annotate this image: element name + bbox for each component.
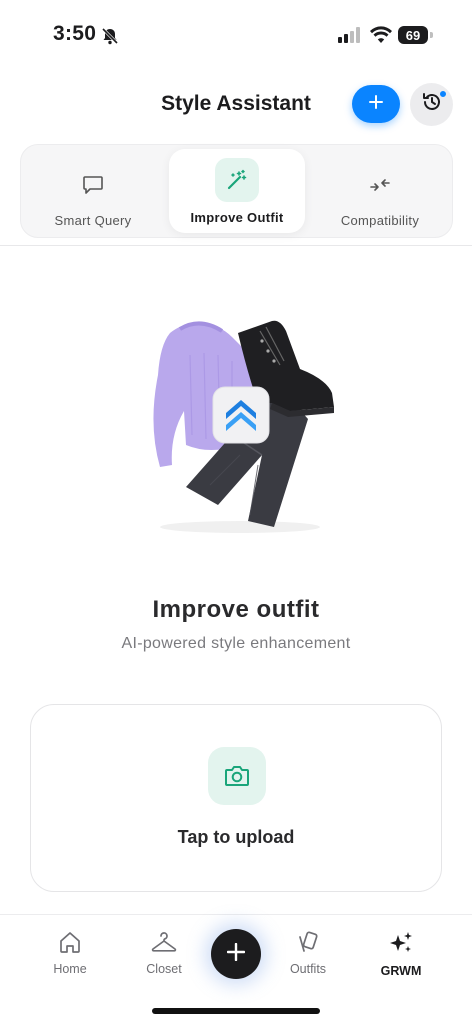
notification-dot (439, 90, 447, 98)
tab-compatibility[interactable]: Compatibility (313, 149, 447, 233)
tab-improve-outfit[interactable]: Improve Outfit (169, 149, 305, 233)
chat-bubble-icon (71, 163, 115, 207)
divider (0, 245, 472, 246)
add-button[interactable] (352, 85, 400, 123)
tab-smart-query[interactable]: Smart Query (29, 149, 157, 233)
signal-icon (338, 27, 362, 48)
upload-card[interactable]: Tap to upload (30, 704, 442, 892)
history-button[interactable] (410, 83, 453, 126)
plus-icon (226, 942, 246, 966)
nav-label: Home (53, 962, 87, 976)
nav-home[interactable]: Home (30, 931, 110, 976)
outfit-illustration (140, 315, 340, 535)
hanger-icon (151, 931, 177, 958)
add-item-fab[interactable] (211, 929, 261, 979)
home-icon (58, 931, 82, 958)
bell-off-icon (101, 27, 119, 50)
status-time: 3:50 (53, 22, 97, 45)
compare-arrows-icon (358, 163, 402, 207)
magic-wand-icon (215, 158, 259, 202)
tab-label: Smart Query (54, 213, 132, 228)
camera-icon (208, 747, 266, 805)
status-bar: 3:50 69 (0, 0, 472, 70)
wifi-icon (370, 26, 392, 48)
tab-label: Improve Outfit (190, 210, 284, 225)
nav-label: Closet (146, 962, 182, 976)
home-indicator (152, 1008, 320, 1014)
upload-label: Tap to upload (177, 827, 295, 847)
battery-tip (430, 32, 433, 38)
nav-grwm[interactable]: GRWM (361, 931, 441, 978)
main-subtitle: AI-powered style enhancement (121, 635, 351, 652)
page-title: Style Assistant (161, 92, 311, 115)
app-logo-icon (212, 386, 270, 444)
plus-icon (369, 94, 383, 114)
nav-closet[interactable]: Closet (124, 931, 204, 976)
nav-label: GRWM (380, 964, 422, 978)
cards-icon (296, 931, 320, 958)
sparkles-icon (388, 931, 414, 960)
nav-outfits[interactable]: Outfits (268, 931, 348, 976)
main-title: Improve outfit (152, 596, 320, 623)
mode-tabs: Smart Query Improve Outfit Compatibility (20, 144, 453, 238)
tab-label: Compatibility (340, 213, 420, 228)
nav-label: Outfits (289, 962, 327, 976)
battery-indicator: 69 (398, 26, 428, 44)
